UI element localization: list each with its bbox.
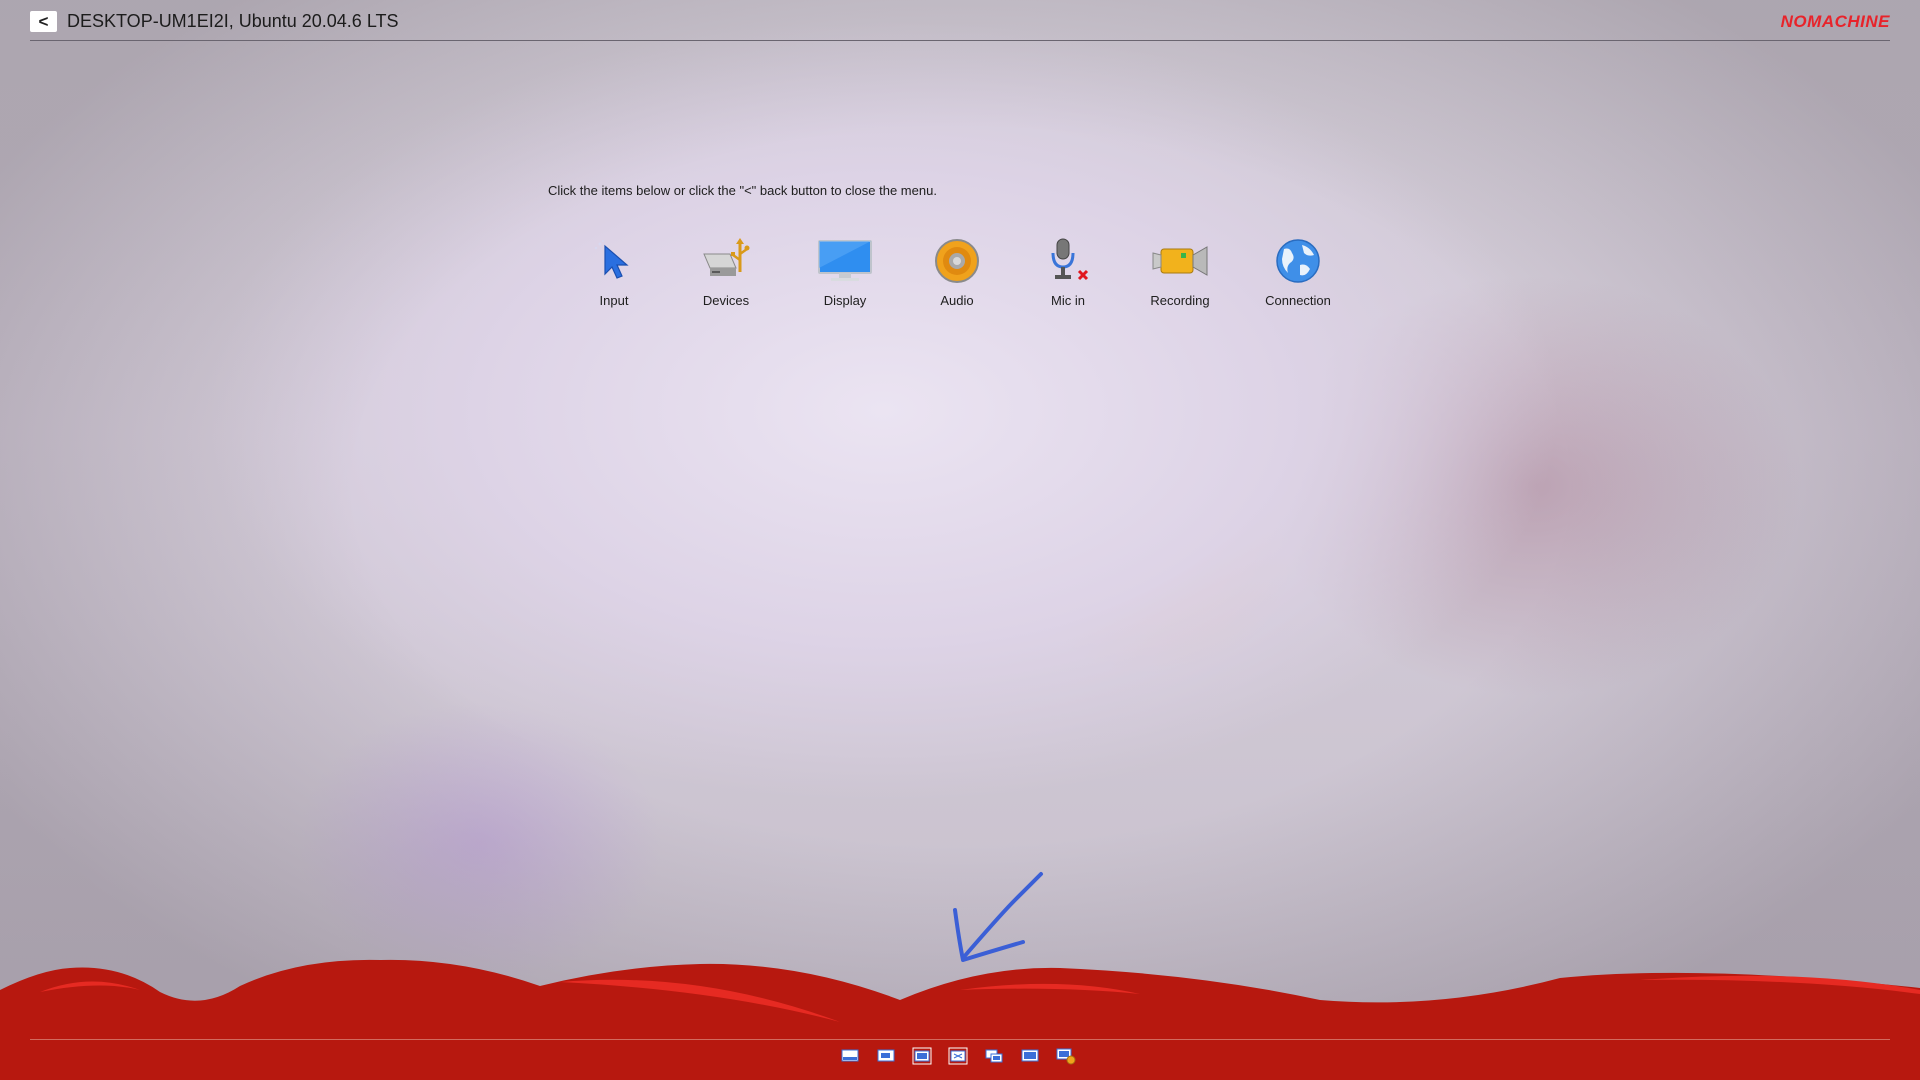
resize-icon[interactable] xyxy=(911,1045,933,1067)
back-button[interactable]: < xyxy=(30,11,57,32)
nomachine-logo: NOMACHINE xyxy=(1780,12,1890,31)
pointer-arrow-icon xyxy=(585,235,643,287)
scale-icon[interactable] xyxy=(875,1045,897,1067)
display-toolbar xyxy=(839,1045,1077,1067)
menu-instruction: Click the items below or click the "<" b… xyxy=(548,183,937,198)
menu-item-label: Recording xyxy=(1150,293,1210,308)
view-window-icon[interactable] xyxy=(1019,1045,1041,1067)
globe-icon xyxy=(1269,235,1327,287)
multi-monitor-icon[interactable] xyxy=(983,1045,1005,1067)
fullscreen-icon[interactable] xyxy=(947,1045,969,1067)
menu-item-devices[interactable]: Devices xyxy=(676,235,776,308)
menu-item-input[interactable]: Input xyxy=(564,235,664,308)
menu-item-label: Connection xyxy=(1265,293,1331,308)
menu-item-label: Devices xyxy=(702,293,750,308)
menu-item-recording[interactable]: Recording xyxy=(1130,235,1230,308)
session-title: DESKTOP-UM1EI2I, Ubuntu 20.04.6 LTS xyxy=(67,11,399,31)
menu-item-connection[interactable]: Connection xyxy=(1248,235,1348,308)
display-settings-icon[interactable] xyxy=(1055,1045,1077,1067)
monitor-icon xyxy=(816,235,874,287)
speaker-icon xyxy=(928,235,986,287)
menu-item-label: Mic in xyxy=(1051,293,1085,308)
usb-drive-icon xyxy=(697,235,755,287)
fit-to-window-icon[interactable] xyxy=(839,1045,861,1067)
menu-item-label: Display xyxy=(823,293,867,308)
microphone-muted-icon xyxy=(1039,235,1097,287)
bottom-divider xyxy=(30,1039,1890,1040)
menu-item-label: Audio xyxy=(940,293,974,308)
menu-item-label: Input xyxy=(599,293,629,308)
menu-item-mic-in[interactable]: Mic in xyxy=(1018,235,1118,308)
video-camera-icon xyxy=(1151,235,1209,287)
menu-item-display[interactable]: Display xyxy=(795,235,895,308)
menu-header: < DESKTOP-UM1EI2I, Ubuntu 20.04.6 LTS NO… xyxy=(30,8,1890,41)
menu-item-audio[interactable]: Audio xyxy=(907,235,1007,308)
